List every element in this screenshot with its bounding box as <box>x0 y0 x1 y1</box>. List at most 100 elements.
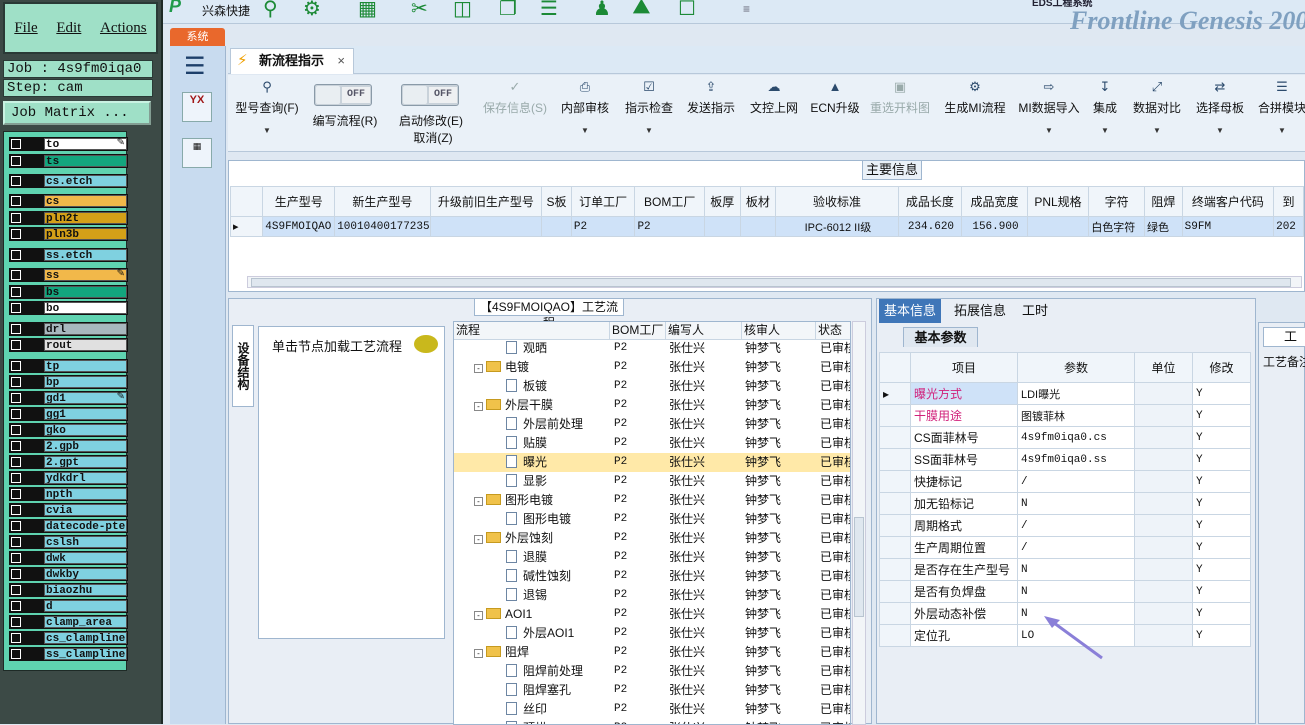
param-cell-unit[interactable] <box>1134 382 1193 405</box>
layer-name[interactable]: dwk <box>44 552 127 564</box>
system-tab[interactable]: 系统 <box>170 28 225 46</box>
row-indicator[interactable]: ▸ <box>879 382 911 405</box>
param-cell-mod[interactable]: Y <box>1192 382 1251 405</box>
layer-row[interactable]: bs <box>9 285 128 299</box>
param-row[interactable]: 是否有负焊盘 N Y <box>879 580 1251 603</box>
write-flow-toggle[interactable]: OFF <box>314 84 372 106</box>
collapse-icon[interactable]: - <box>474 535 483 544</box>
param-cell-value[interactable]: LDI曝光 <box>1017 382 1135 405</box>
param-cell-item[interactable]: SS面菲林号 <box>910 448 1018 471</box>
layer-row[interactable]: bo <box>9 301 128 315</box>
layer-checkbox[interactable] <box>11 649 21 659</box>
row-indicator[interactable] <box>879 624 911 647</box>
layer-name[interactable]: biaozhu <box>44 584 127 596</box>
select-board-button[interactable]: ⇄ 选择母板 ▼ <box>1194 79 1246 135</box>
layer-row[interactable]: drl <box>9 322 128 336</box>
layer-checkbox[interactable] <box>11 303 21 313</box>
param-row[interactable]: 生产周期位置 / Y <box>879 536 1251 559</box>
layer-row[interactable]: d <box>9 599 128 613</box>
main-info-cell[interactable] <box>703 216 741 237</box>
param-row[interactable]: CS面菲林号 4s9fm0iqa0.cs Y <box>879 426 1251 449</box>
param-cell-unit[interactable] <box>1134 470 1193 493</box>
main-info-header[interactable]: PNL规格 <box>1026 186 1090 217</box>
layer-checkbox[interactable] <box>11 537 21 547</box>
layer-name[interactable]: 2.gpt <box>44 456 127 468</box>
layer-row[interactable]: ss_clampline <box>9 647 128 661</box>
main-info-cell[interactable]: 156.900 <box>961 216 1028 237</box>
collapse-icon[interactable]: - <box>474 402 483 411</box>
row-indicator[interactable] <box>879 514 911 537</box>
tree-row[interactable]: 外层前处理 P2 张仕兴 钟梦飞 已审核 <box>454 415 850 434</box>
query-button[interactable]: ⚲ 型号查询(F) ▼ <box>234 79 300 135</box>
calculator-icon[interactable]: ▦ <box>182 138 212 168</box>
layer-row[interactable]: 2.gpb <box>9 439 128 453</box>
layer-checkbox[interactable] <box>11 340 21 350</box>
film-icon[interactable]: ◫ <box>453 0 472 21</box>
main-info-cell[interactable]: 234.620 <box>897 216 963 237</box>
tree-row[interactable]: 预烘 P2 张仕兴 钟梦飞 已审核 <box>454 719 850 724</box>
layer-checkbox[interactable] <box>11 196 21 206</box>
param-cell-mod[interactable]: Y <box>1192 624 1251 647</box>
param-row[interactable]: SS面菲林号 4s9fm0iqa0.ss Y <box>879 448 1251 471</box>
layer-name[interactable]: d <box>44 600 127 612</box>
main-info-header[interactable]: 板材 <box>739 186 777 217</box>
search-icon[interactable]: ⚲ <box>263 0 278 21</box>
start-modify-toggle[interactable]: OFF <box>401 84 459 106</box>
menu-edit[interactable]: Edit <box>56 20 81 37</box>
tree-row[interactable]: 显影 P2 张仕兴 钟梦飞 已审核 <box>454 472 850 491</box>
tree-row[interactable]: 退锡 P2 张仕兴 钟梦飞 已审核 <box>454 586 850 605</box>
layer-row[interactable]: gg1 <box>9 407 128 421</box>
param-cell-unit[interactable] <box>1134 558 1193 581</box>
main-info-header[interactable]: 新生产型号 <box>334 186 431 217</box>
main-info-header[interactable]: 到 <box>1273 186 1304 217</box>
param-cell-mod[interactable]: Y <box>1192 580 1251 603</box>
layer-checkbox[interactable] <box>11 457 21 467</box>
layer-row[interactable]: pln2t <box>9 211 128 225</box>
main-info-cell[interactable]: P2 <box>634 216 705 237</box>
param-cell-value[interactable]: N <box>1017 580 1135 603</box>
main-info-header[interactable]: 阻焊 <box>1144 186 1183 217</box>
param-cell-unit[interactable] <box>1134 514 1193 537</box>
layer-name[interactable]: 2.gpb <box>44 440 127 452</box>
param-row[interactable]: 快捷标记 / Y <box>879 470 1251 493</box>
frame-icon[interactable]: ☐ <box>678 0 696 21</box>
image-icon[interactable]: ⛰ <box>633 0 650 19</box>
layer-checkbox[interactable] <box>11 250 21 260</box>
reselect-button[interactable]: ▣ 重选开料图 <box>868 79 932 116</box>
layer-checkbox[interactable] <box>11 176 21 186</box>
param-row[interactable]: 干膜用途 图镀菲林 Y <box>879 404 1251 427</box>
tree-row[interactable]: 外层AOI1 P2 张仕兴 钟梦飞 已审核 <box>454 624 850 643</box>
layer-name[interactable]: gg1 <box>44 408 127 420</box>
param-cell-item[interactable]: 干膜用途 <box>910 404 1018 427</box>
layer-row[interactable]: to ✎ <box>9 137 128 151</box>
layer-row[interactable]: clamp_area <box>9 615 128 629</box>
layer-checkbox[interactable] <box>11 505 21 515</box>
more-icon[interactable]: ≡ <box>743 2 750 16</box>
param-cell-item[interactable]: 快捷标记 <box>910 470 1018 493</box>
col-status[interactable]: 状态 <box>816 322 850 340</box>
row-indicator[interactable] <box>879 404 911 427</box>
speech-bubble-icon[interactable] <box>414 335 438 353</box>
param-cell-value[interactable]: / <box>1017 514 1135 537</box>
col-writer[interactable]: 编写人 <box>666 322 742 340</box>
layer-checkbox[interactable] <box>11 633 21 643</box>
main-info-cell[interactable]: 4S9FMOIQAO <box>262 216 336 237</box>
param-header[interactable]: 修改 <box>1192 352 1251 383</box>
vertical-tab-equipment[interactable]: 设备结构 <box>232 325 254 407</box>
row-indicator[interactable] <box>879 602 911 625</box>
main-info-header[interactable]: 验收标准 <box>775 186 899 217</box>
layer-name[interactable]: npth <box>44 488 127 500</box>
layer-row[interactable]: cs_clampline <box>9 631 128 645</box>
layer-checkbox[interactable] <box>11 409 21 419</box>
layer-name[interactable]: pln2t <box>44 212 127 224</box>
main-info-header[interactable]: 成品宽度 <box>961 186 1028 217</box>
main-info-header[interactable]: 订单工厂 <box>570 186 636 217</box>
param-cell-value[interactable]: / <box>1017 470 1135 493</box>
user-icon[interactable]: ♟ <box>593 0 611 21</box>
layer-row[interactable]: cslsh <box>9 535 128 549</box>
param-cell-item[interactable]: 定位孔 <box>910 624 1018 647</box>
layer-checkbox[interactable] <box>11 377 21 387</box>
param-cell-unit[interactable] <box>1134 580 1193 603</box>
layer-name[interactable]: cs_clampline <box>44 632 127 644</box>
save-button[interactable]: ✓ 保存信息(S) <box>480 79 550 116</box>
